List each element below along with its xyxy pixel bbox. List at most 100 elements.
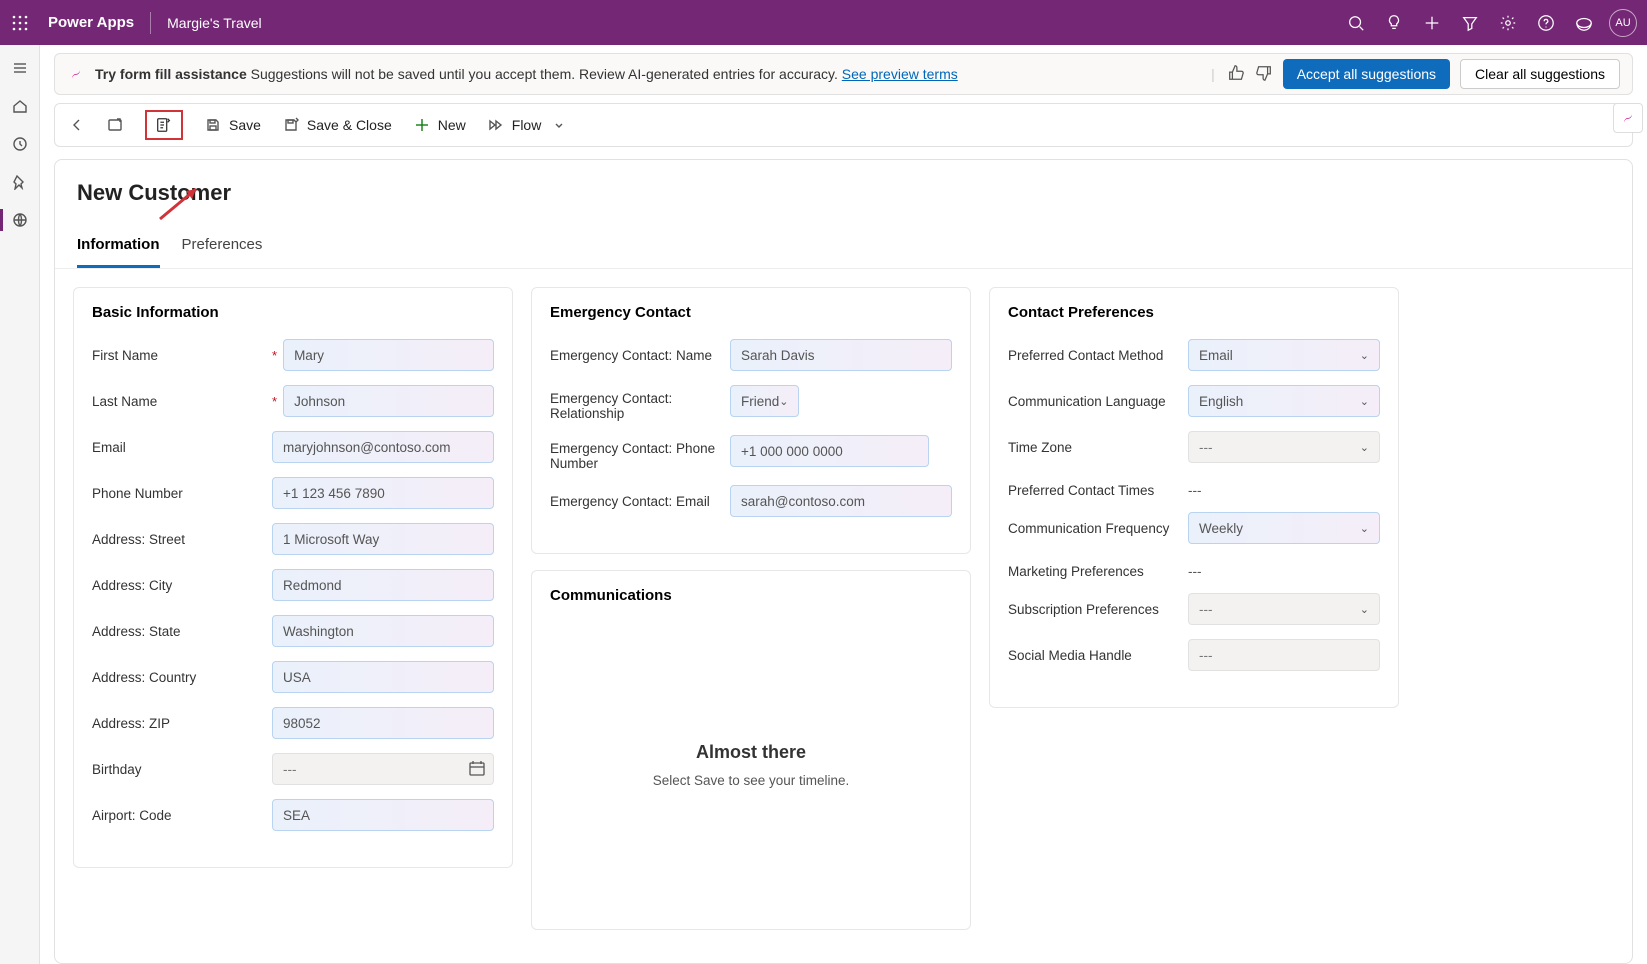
field-label: Address: Country [92,670,272,685]
section-title: Basic Information [92,304,494,321]
thumbs-up-icon[interactable] [1227,64,1245,85]
frequency-select[interactable]: Weekly⌄ [1188,512,1380,544]
environment-icon[interactable] [1565,0,1603,45]
timezone-select[interactable]: ---⌄ [1188,431,1380,463]
field-label: Social Media Handle [1008,648,1188,663]
section-basic-information: Basic Information First Name* Last Name*… [73,287,513,868]
back-button[interactable] [69,117,85,133]
last-name-input[interactable] [283,385,494,417]
add-icon[interactable] [1413,0,1451,45]
field-label: Birthday [92,762,272,777]
airport-input[interactable] [272,799,494,831]
phone-input[interactable] [272,477,494,509]
chevron-down-icon: ⌄ [1360,395,1369,408]
country-input[interactable] [272,661,494,693]
ec-name-input[interactable] [730,339,952,371]
field-label: Preferred Contact Method [1008,348,1188,363]
field-label: Emergency Contact: Relationship [550,385,730,421]
field-label: Emergency Contact: Name [550,348,730,363]
flow-button[interactable]: Flow [488,117,566,133]
street-input[interactable] [272,523,494,555]
field-label: Email [92,440,272,455]
field-label: Communication Language [1008,394,1188,409]
ec-phone-input[interactable] [730,435,929,467]
thumbs-down-icon[interactable] [1255,64,1273,85]
field-label: Time Zone [1008,440,1188,455]
save-button[interactable]: Save [205,117,261,133]
first-name-input[interactable] [283,339,494,371]
field-label: Address: City [92,578,272,593]
new-button[interactable]: New [414,117,466,133]
field-label: First Name [92,348,272,363]
calendar-icon[interactable] [468,759,486,782]
tab-information[interactable]: Information [77,236,160,268]
marketing-value[interactable]: --- [1188,558,1202,579]
section-title: Emergency Contact [550,304,952,321]
section-communications: Communications Almost there Select Save … [531,570,971,930]
field-label: Communication Frequency [1008,521,1188,536]
tab-preferences[interactable]: Preferences [182,236,263,268]
rail-pin-icon[interactable] [0,165,40,199]
zip-input[interactable] [272,707,494,739]
product-title: Power Apps [48,14,134,31]
required-marker: * [272,348,277,363]
timeline-placeholder-title: Almost there [696,742,806,763]
state-input[interactable] [272,615,494,647]
city-input[interactable] [272,569,494,601]
chevron-down-icon: ⌄ [779,395,788,408]
field-label: Address: ZIP [92,716,272,731]
form-fill-assist-button[interactable] [145,110,183,140]
contact-method-select[interactable]: Email⌄ [1188,339,1380,371]
settings-icon[interactable] [1489,0,1527,45]
rail-recent-icon[interactable] [0,127,40,161]
birthday-input[interactable] [272,753,494,785]
accept-suggestions-button[interactable]: Accept all suggestions [1283,59,1450,89]
required-marker: * [272,394,277,409]
filter-icon[interactable] [1451,0,1489,45]
chevron-down-icon: ⌄ [1360,603,1369,616]
save-close-button[interactable]: Save & Close [283,117,392,133]
copilot-icon [67,65,85,83]
banner-text: Try form fill assistance Suggestions wil… [95,66,1195,82]
field-label: Preferred Contact Times [1008,477,1188,498]
form-container: New Customer Information Preferences Bas… [54,159,1633,964]
chevron-down-icon: ⌄ [1360,522,1369,535]
lightbulb-icon[interactable] [1375,0,1413,45]
field-label: Phone Number [92,486,272,501]
preview-terms-link[interactable]: See preview terms [842,66,958,82]
rail-web-icon[interactable] [0,203,40,237]
section-title: Contact Preferences [1008,304,1380,321]
field-label: Last Name [92,394,272,409]
left-rail [0,45,40,964]
social-input[interactable] [1188,639,1380,671]
search-icon[interactable] [1337,0,1375,45]
contact-times-value[interactable]: --- [1188,477,1202,498]
field-label: Emergency Contact: Email [550,494,730,509]
app-launcher-icon[interactable] [10,13,30,33]
clear-suggestions-button[interactable]: Clear all suggestions [1460,59,1620,89]
ec-relationship-select[interactable]: Friend⌄ [730,385,799,417]
user-avatar[interactable]: AU [1609,9,1637,37]
open-record-set-button[interactable] [107,117,123,133]
copilot-banner: Try form fill assistance Suggestions wil… [54,53,1633,95]
rail-menu-icon[interactable] [0,51,40,85]
section-title: Communications [550,587,952,604]
field-label: Address: Street [92,532,272,547]
email-input[interactable] [272,431,494,463]
divider [150,12,151,34]
language-select[interactable]: English⌄ [1188,385,1380,417]
timeline-placeholder-text: Select Save to see your timeline. [653,773,850,788]
page-title: New Customer [77,180,1610,206]
chevron-down-icon: ⌄ [1360,349,1369,362]
command-bar: Save Save & Close New Flow [54,103,1633,147]
section-emergency-contact: Emergency Contact Emergency Contact: Nam… [531,287,971,554]
subscription-select[interactable]: ---⌄ [1188,593,1380,625]
section-contact-preferences: Contact Preferences Preferred Contact Me… [989,287,1399,708]
copilot-collapsed-button[interactable] [1613,103,1643,133]
rail-home-icon[interactable] [0,89,40,123]
global-header: Power Apps Margie's Travel AU [0,0,1647,45]
chevron-down-icon: ⌄ [1360,441,1369,454]
help-icon[interactable] [1527,0,1565,45]
ec-email-input[interactable] [730,485,952,517]
field-label: Marketing Preferences [1008,558,1188,579]
